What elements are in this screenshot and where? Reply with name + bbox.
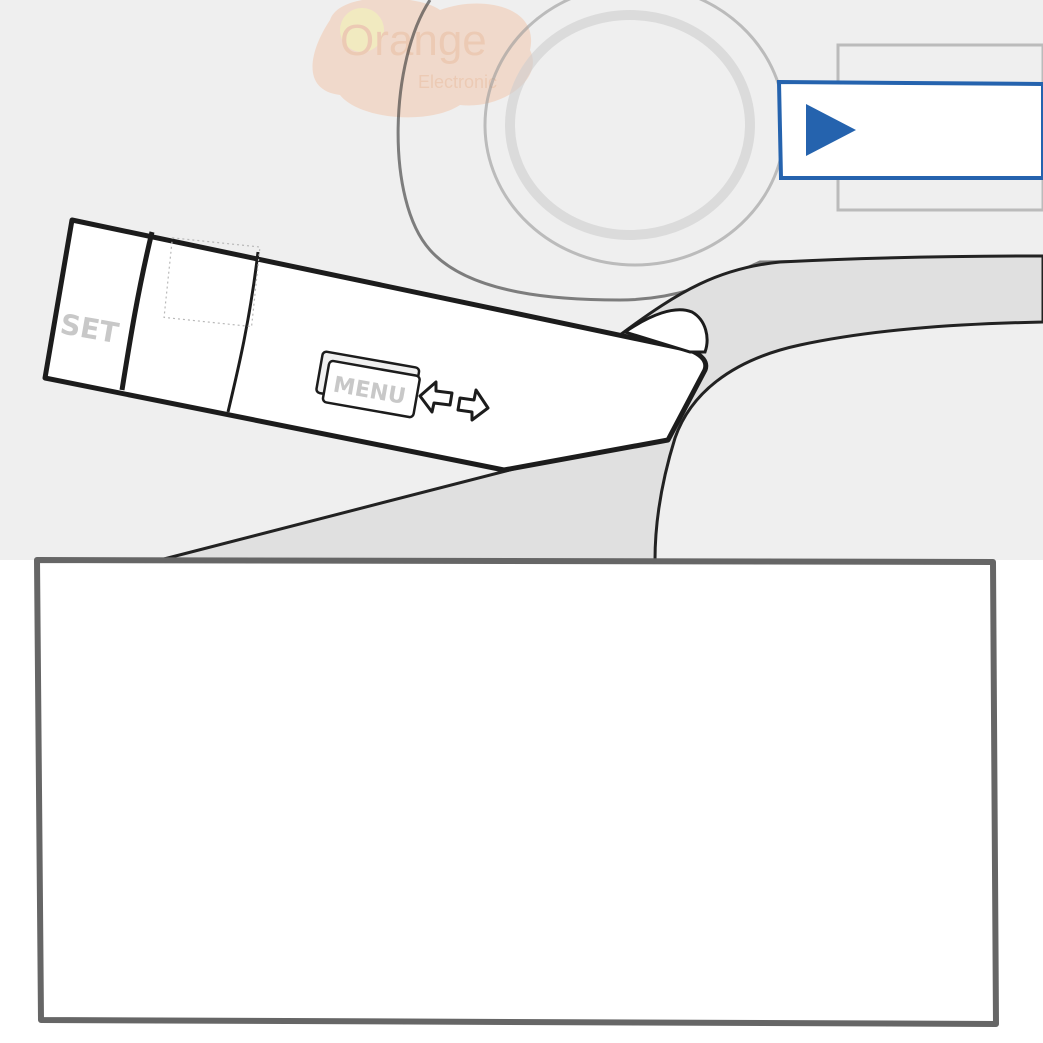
play-panel <box>776 79 1043 180</box>
instruction-box-frame <box>34 557 999 1027</box>
steering-stalk-diagram: Orange Electronic SET MENU <box>0 0 1043 1043</box>
instruction-box <box>34 557 999 1027</box>
watermark-subbrand: Electronic <box>418 72 497 92</box>
watermark-brand: Orange <box>340 16 487 65</box>
